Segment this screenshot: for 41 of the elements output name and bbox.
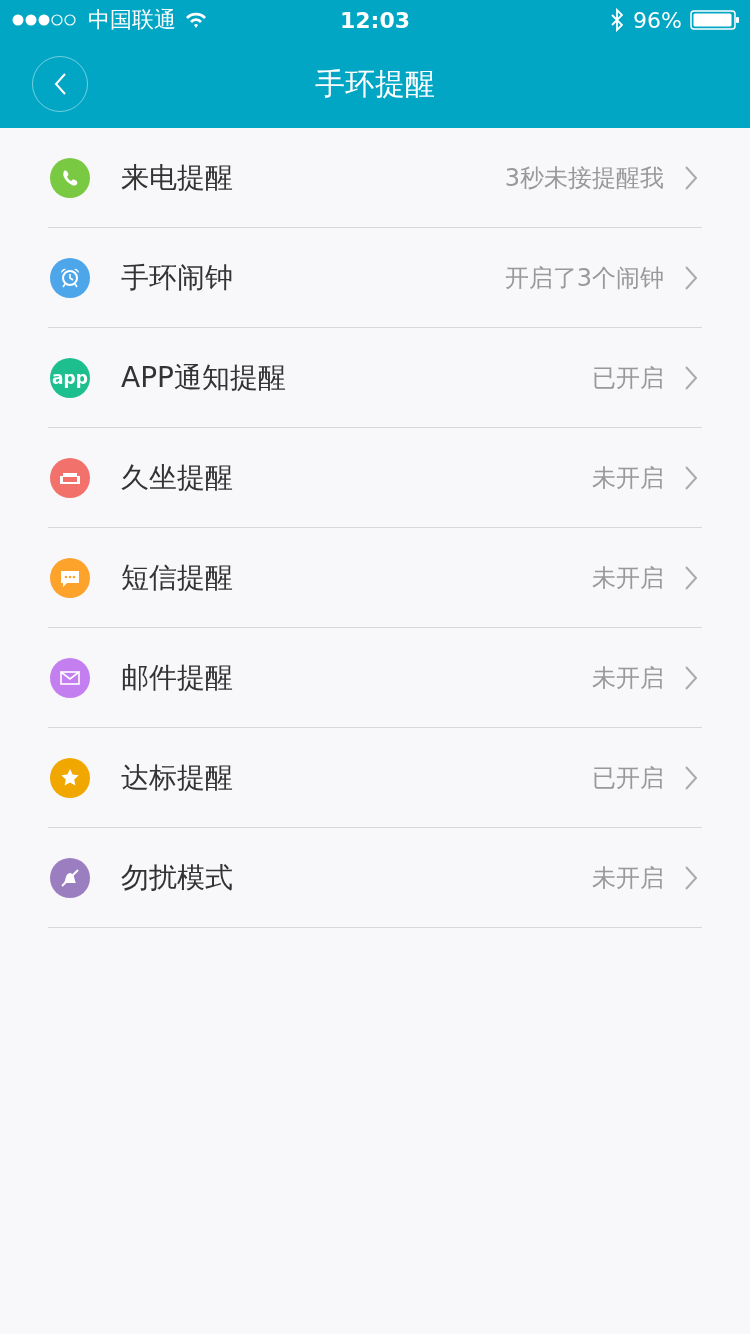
row-value: 未开启 bbox=[592, 662, 664, 694]
battery-icon bbox=[690, 10, 740, 30]
row-value: 已开启 bbox=[592, 362, 664, 394]
list-row[interactable]: 勿扰模式 未开启 bbox=[48, 828, 702, 928]
chevron-icon bbox=[684, 564, 698, 591]
row-value: 未开启 bbox=[592, 562, 664, 594]
wifi-icon bbox=[184, 11, 208, 29]
row-value: 3秒未接提醒我 bbox=[504, 162, 664, 194]
app-icon: app bbox=[50, 357, 90, 398]
list-row[interactable]: 短信提醒 未开启 bbox=[48, 528, 702, 628]
chevron-icon bbox=[684, 864, 698, 891]
carrier-name: 中国联通 bbox=[88, 6, 176, 34]
back-icon bbox=[53, 72, 67, 96]
row-label: 久坐提醒 bbox=[121, 459, 234, 496]
row-label: 手环闹钟 bbox=[121, 259, 234, 296]
list-row[interactable]: 邮件提醒 未开启 bbox=[48, 628, 702, 728]
bluetooth-icon bbox=[609, 8, 626, 32]
row-value: 开启了3个闹钟 bbox=[504, 262, 664, 294]
row-label: 勿扰模式 bbox=[121, 859, 234, 896]
row-label: 邮件提醒 bbox=[121, 659, 234, 696]
row-label: 短信提醒 bbox=[121, 559, 234, 596]
row-value: 已开启 bbox=[592, 762, 664, 794]
chevron-icon bbox=[684, 164, 698, 191]
list-row[interactable]: 手环闹钟 开启了3个闹钟 bbox=[48, 228, 702, 328]
clock-time: 12:03 bbox=[339, 7, 411, 33]
battery-percent: 96% bbox=[633, 7, 682, 33]
chevron-icon bbox=[684, 364, 698, 391]
list-row[interactable]: 达标提醒 已开启 bbox=[48, 728, 702, 828]
list-row[interactable]: 久坐提醒 未开启 bbox=[48, 428, 702, 528]
list-row[interactable]: app APP通知提醒 已开启 bbox=[48, 328, 702, 428]
row-value: 未开启 bbox=[592, 462, 664, 494]
chevron-icon bbox=[684, 764, 698, 791]
page-title: 手环提醒 bbox=[315, 64, 435, 103]
row-label: 来电提醒 bbox=[121, 159, 234, 196]
list-row[interactable]: 来电提醒 3秒未接提醒我 bbox=[48, 128, 702, 228]
row-label: 达标提醒 bbox=[121, 759, 234, 796]
chevron-icon bbox=[684, 464, 698, 491]
row-label: APP通知提醒 bbox=[121, 359, 287, 396]
chevron-icon bbox=[684, 664, 698, 691]
row-value: 未开启 bbox=[592, 862, 664, 894]
chevron-icon bbox=[684, 264, 698, 291]
